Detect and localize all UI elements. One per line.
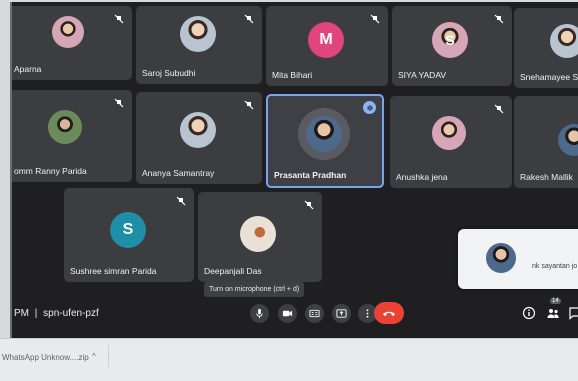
mic-off-icon: [114, 95, 124, 108]
participant-name: Mita Bihari: [272, 70, 313, 80]
participant-tile-siya[interactable]: S SIYA YADAV: [392, 6, 512, 86]
mic-off-icon: [244, 97, 254, 110]
participant-tile-mita[interactable]: M Mita Bihari: [266, 6, 388, 86]
mic-off-icon: [304, 197, 314, 210]
participant-name: Aparna: [14, 64, 42, 74]
end-call-icon: [383, 311, 395, 316]
speaking-indicator-icon: [363, 101, 376, 114]
participant-tile-prasanta[interactable]: Prasanta Pradhan: [266, 94, 384, 188]
participant-avatar: [240, 216, 276, 252]
camera-button[interactable]: [278, 304, 297, 323]
mic-off-icon: [494, 101, 504, 114]
chevron-up-icon[interactable]: ^: [92, 352, 96, 361]
participant-tile-sushree[interactable]: S Sushree simran Parida: [64, 188, 194, 282]
participant-avatar: [52, 16, 84, 48]
participant-name: Anushka jena: [396, 172, 448, 182]
participant-name: Saroj Subudhi: [142, 68, 196, 78]
participant-avatar: [550, 24, 578, 58]
microphone-tooltip: Turn on microphone (ctrl + d): [204, 282, 305, 297]
participant-avatar: M: [308, 22, 344, 58]
meeting-time: PM: [14, 308, 29, 319]
participant-name: Prasanta Pradhan: [274, 170, 347, 180]
participant-tile-deepanjali[interactable]: Deepanjali Das: [198, 192, 322, 282]
present-icon: [336, 309, 347, 318]
mic-off-icon: [370, 11, 380, 24]
participant-name: omm Ranny Parida: [14, 166, 87, 176]
mic-off-icon: [494, 11, 504, 24]
participant-name: Sushree simran Parida: [70, 266, 157, 276]
participant-tile-ananya[interactable]: Ananya Samantray: [136, 92, 262, 184]
more-icon: [366, 309, 369, 318]
floating-participant-name: nk sayantan jo: [532, 263, 578, 270]
participant-tile-omm[interactable]: omm Ranny Parida: [12, 90, 132, 182]
participant-avatar: [432, 116, 466, 150]
download-bar: WhatsApp Unknow....zip ^: [0, 338, 578, 381]
participant-avatar: [486, 243, 516, 273]
participant-avatar: [180, 112, 216, 148]
mic-off-icon: [176, 193, 186, 206]
mic-icon: [256, 308, 263, 319]
captions-button[interactable]: [305, 304, 324, 323]
floating-participant-card[interactable]: [458, 229, 578, 289]
people-icon[interactable]: [546, 306, 560, 320]
participant-tile-aparna[interactable]: Aparna: [12, 6, 132, 80]
captions-icon: [309, 309, 320, 318]
participant-tile-rakesh[interactable]: Rakesh Mallik: [514, 96, 578, 188]
participant-avatar: [306, 116, 342, 152]
people-count-badge: 14: [550, 298, 561, 304]
participant-avatar: [558, 124, 578, 156]
meet-window: Aparna Saroj Subudhi M Mita Bihari S SIY…: [10, 2, 578, 338]
participant-tile-anushka[interactable]: Anushka jena: [390, 96, 512, 188]
participant-tile-saroj[interactable]: Saroj Subudhi: [136, 6, 262, 84]
mic-off-icon: [114, 11, 124, 24]
participant-avatar: [48, 110, 82, 144]
participant-name: Ananya Samantray: [142, 168, 215, 178]
info-icon[interactable]: [522, 306, 536, 320]
meeting-separator: |: [34, 308, 38, 319]
participant-name: Rakesh Mallik: [520, 172, 573, 182]
participant-avatar: [180, 16, 216, 52]
participant-avatar: S: [432, 22, 468, 58]
camera-icon: [282, 310, 293, 317]
participant-name: SIYA YADAV: [398, 70, 447, 80]
participant-tile-snehamayee[interactable]: Snehamayee Sahoo: [514, 8, 578, 88]
mic-off-icon: [244, 11, 254, 24]
chat-icon[interactable]: [568, 306, 578, 320]
microphone-button[interactable]: [250, 304, 269, 323]
participant-avatar: S: [110, 212, 146, 248]
meeting-code: spn-ufen-pzf: [43, 308, 99, 319]
participant-name: Deepanjali Das: [204, 266, 262, 276]
meeting-info: PM | spn-ufen-pzf: [14, 308, 99, 319]
participant-name: Snehamayee Sahoo: [520, 72, 578, 82]
present-button[interactable]: [332, 304, 351, 323]
download-item[interactable]: WhatsApp Unknow....zip: [2, 353, 89, 362]
leave-call-button[interactable]: [374, 302, 404, 324]
divider: [108, 345, 109, 367]
